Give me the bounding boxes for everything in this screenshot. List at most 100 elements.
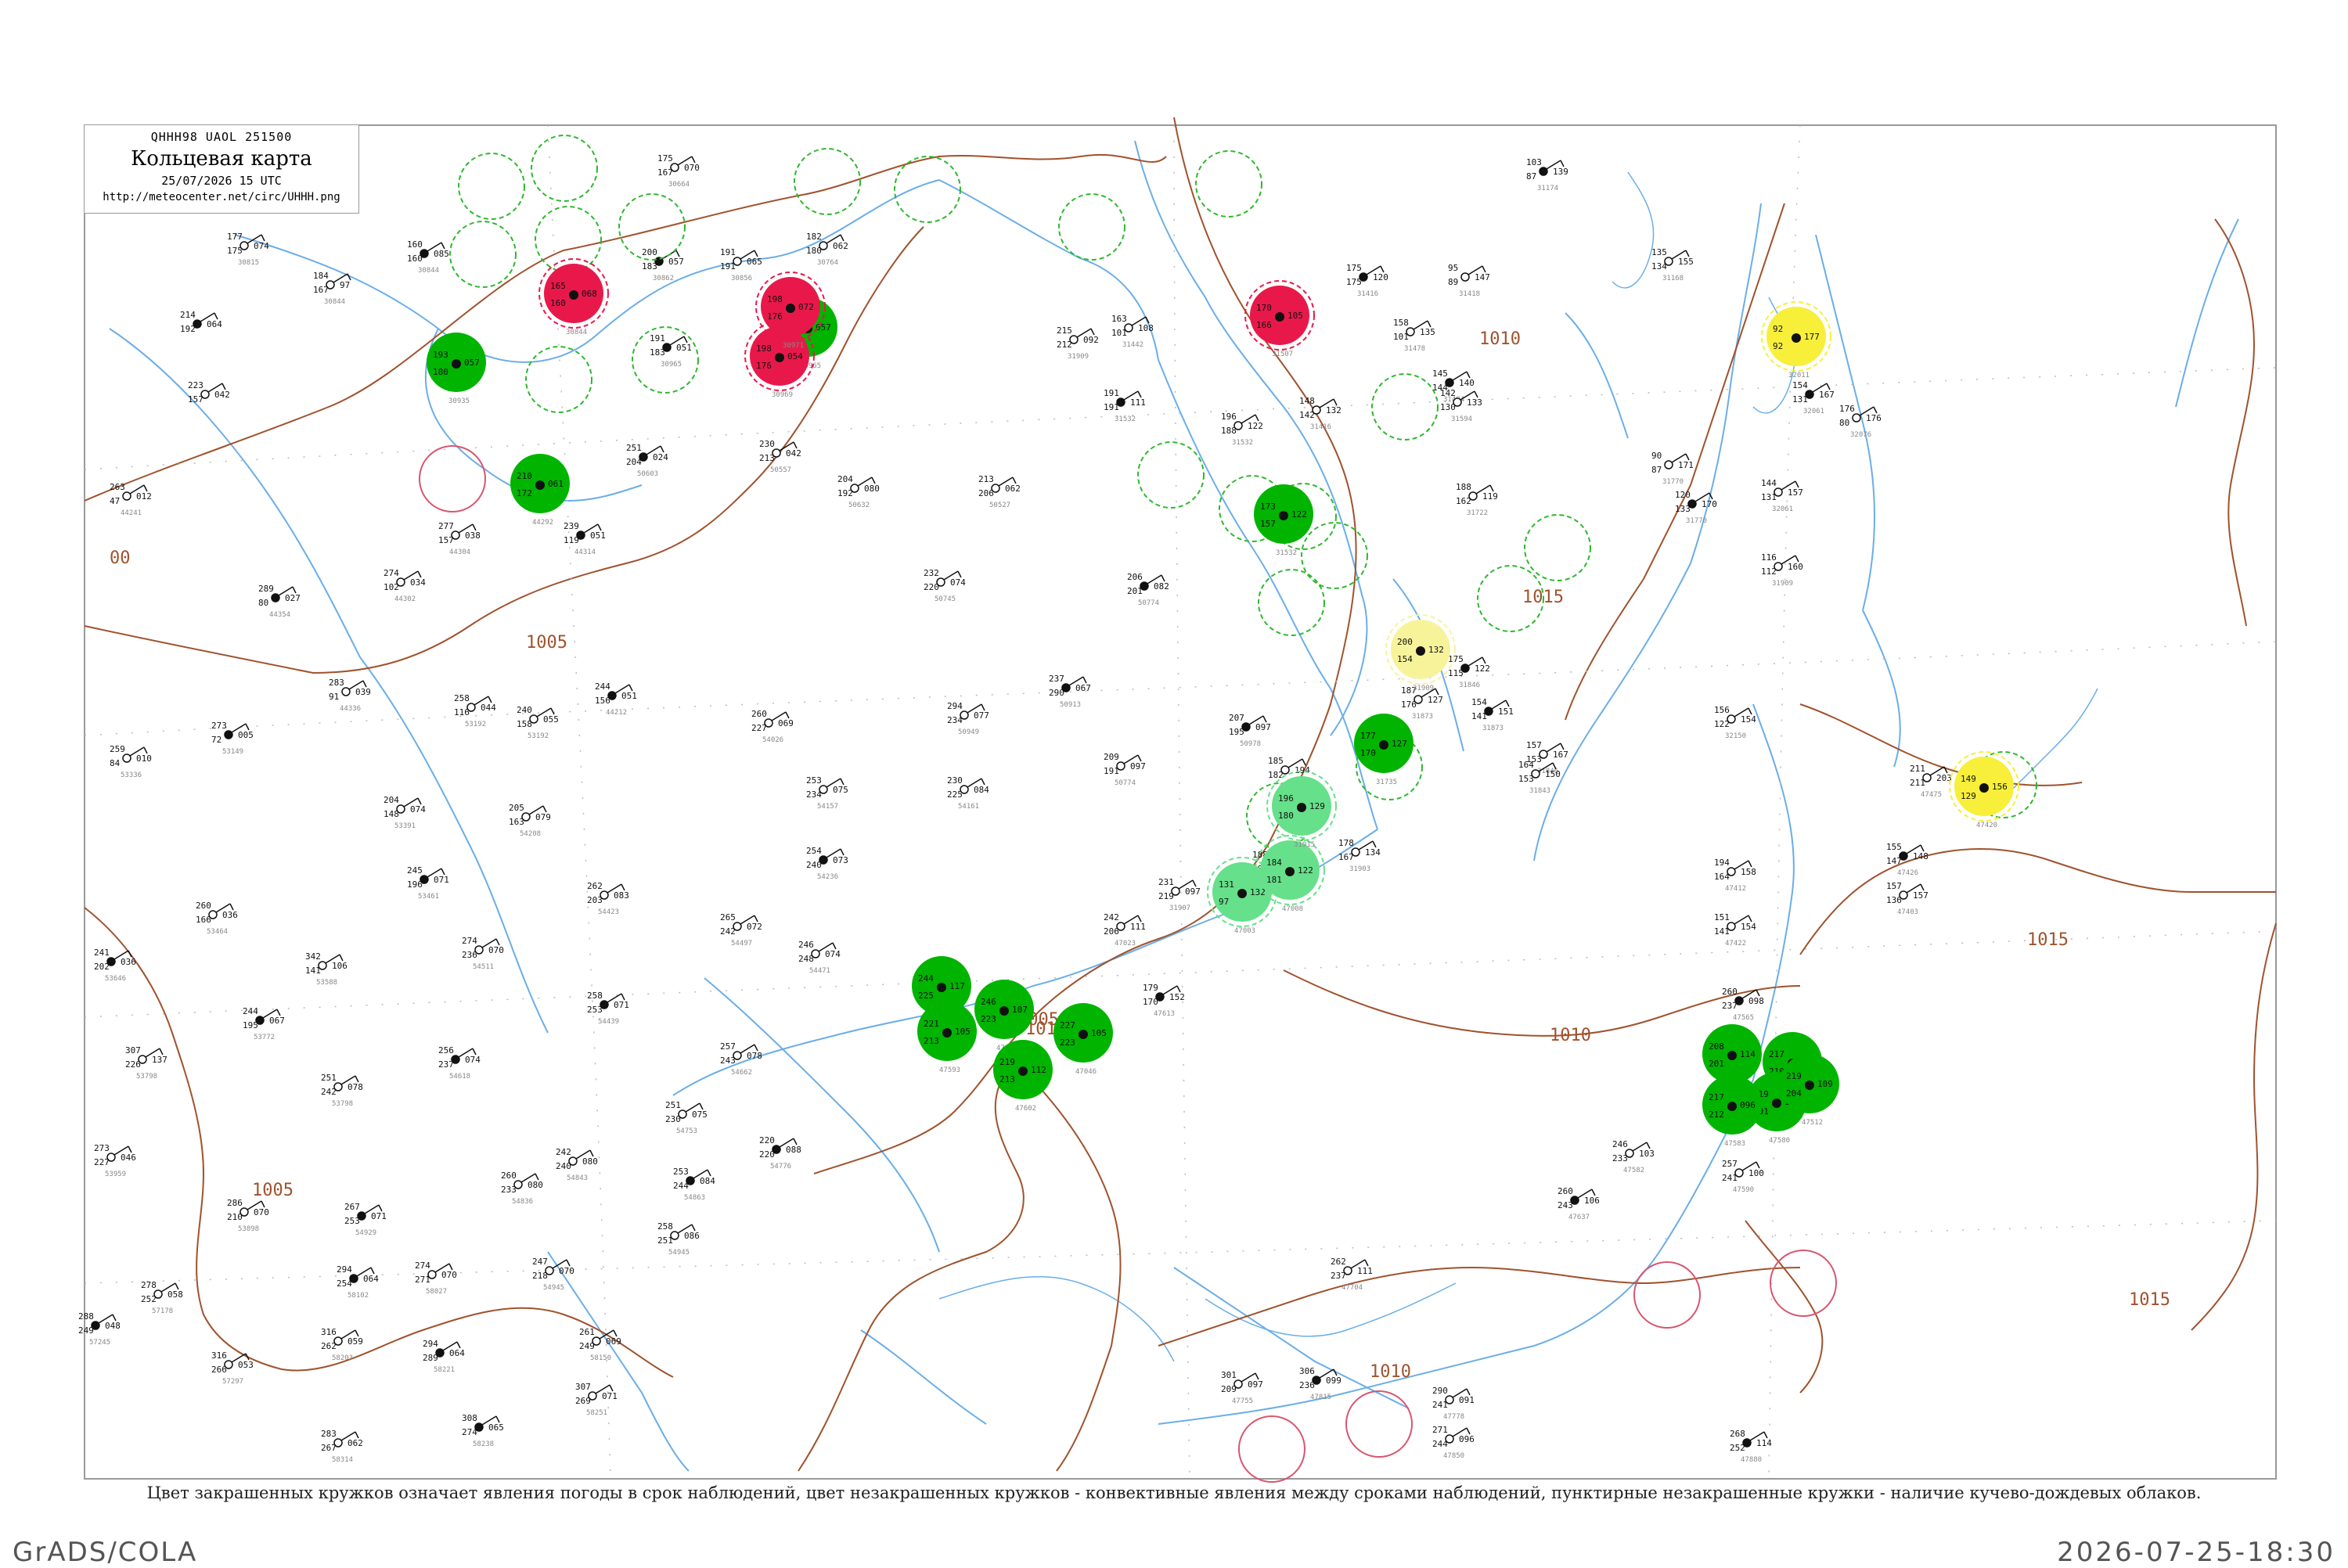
station-dewpoint: 212 [1709,1109,1724,1120]
station-plot: 267 071 253 54929 [344,1202,387,1237]
station-dewpoint: 252 [141,1294,157,1304]
wind-barb-feather [609,1384,614,1392]
station-id: 30844 [418,267,439,275]
station-plot: 259 010 8453336 [110,744,152,779]
station-id: 31532 [1276,549,1297,557]
station-temp: 200 [642,247,657,257]
station-plot: 142 133 130 31594 [1440,388,1482,423]
station-temp: 164 [1518,760,1534,770]
station-temp: 253 [806,775,822,786]
station-id: 58251 [586,1409,607,1417]
station-pressure: 151 [1498,707,1514,717]
station-pressure: 176 [1866,413,1882,423]
station-id: 53149 [222,748,243,756]
station-id: 47590 [1733,1186,1754,1194]
station-plot: 283 062 267 58314 [321,1429,363,1464]
station-temp: 191 [1104,388,1119,398]
station-temp: 165 [550,281,566,291]
station-plot: 245 071 196 53461 [407,865,449,901]
station-plot: 244 067 195 53772 [243,1006,285,1041]
station-id: 54836 [512,1198,533,1206]
wind-barb-feather [362,680,367,688]
station-plot: 231 097 219 31907 [1158,877,1201,912]
station-pressure: 155 [1678,257,1694,267]
station-dewpoint: 133 [1675,504,1691,514]
station-id: 54945 [543,1284,564,1292]
station-id: 50527 [989,502,1010,509]
station-id: 30815 [238,259,259,267]
wind-barb-feather [621,993,625,1001]
convective-ring-icon [1633,1261,1701,1329]
station-dewpoint: 269 [575,1396,591,1406]
station-plot: 258 071 253 54439 [587,991,629,1026]
wind-barb-feather [175,1282,179,1290]
station-dewpoint: 97 [1219,897,1229,907]
station-pressure: 147 [1475,272,1490,282]
station-dewpoint: 243 [1558,1200,1573,1210]
station-id: 58150 [590,1354,611,1362]
station-plot: 154 167 131 32061 [1792,380,1835,415]
station-temp: 230 [947,775,963,786]
station-pressure: 064 [363,1274,379,1284]
station-pressure: 046 [121,1153,136,1163]
station-dewpoint: 47 [110,496,120,506]
station-id: 47593 [939,1066,960,1074]
station-plot: 257 100 241 47590 [1722,1159,1764,1194]
station-dewpoint: 119 [564,535,579,545]
station-id: 54863 [684,1194,705,1202]
station-id: 53391 [394,822,416,830]
station-pressure: 058 [167,1289,183,1300]
station-temp: 273 [94,1143,110,1153]
station-plot: 307 071 269 58251 [575,1382,618,1417]
station-temp: 232 [924,568,939,578]
station-dewpoint: 225 [947,789,963,800]
station-temp: 240 [517,705,532,715]
station-temp: 157 [1526,740,1542,750]
station-pressure: 091 [1459,1395,1475,1405]
isobar-label: 1005 [252,1181,294,1200]
weather-circle-thunder: 170 105 166 31507 [1244,280,1315,358]
weather-circle-rain: 177 127 170 31735 [1354,714,1413,786]
station-temp: 286 [227,1198,243,1208]
station-dewpoint: 141 [1714,926,1730,937]
station-plot: 206 082 201 50774 [1127,572,1169,607]
wind-barb-feather [699,1102,704,1110]
wind-barb-feather [691,1224,696,1232]
station-temp: 257 [1722,1159,1738,1169]
station-temp: 182 [806,232,822,242]
station-temp: 176 [1839,404,1855,414]
station-temp: 188 [1456,482,1471,492]
station-pressure: 075 [833,785,848,795]
station-pressure: 107 [1012,1005,1028,1015]
station-id: 47512 [1802,1119,1823,1127]
station-temp: 219 [999,1057,1015,1067]
station-id: 47880 [1741,1456,1762,1464]
wind-barb-feather [128,1145,132,1153]
map-frame [84,124,2277,1480]
cloud-cover-icon [271,593,280,602]
station-dewpoint: 206 [978,488,994,498]
station-pressure: 132 [1428,645,1444,655]
station-pressure: 012 [136,491,152,502]
station-temp: 211 [1910,764,1925,774]
station-pressure: 062 [1005,484,1021,494]
legend-caption: Цвет закрашенных кружков означает явлени… [146,1483,2202,1502]
station-temp: 221 [924,1019,939,1029]
station-dewpoint: 92 [1773,341,1783,351]
station-temp: 163 [1111,314,1127,324]
station-dewpoint: 191 [1104,402,1119,412]
station-id: 58238 [473,1440,494,1448]
station-pressure: 059 [348,1336,363,1347]
wind-barb-feather [159,1048,164,1056]
station-id: 32150 [1725,732,1746,740]
station-pressure: 103 [1639,1149,1655,1159]
wind-barb-feather [472,1048,477,1056]
station-id: 58027 [426,1288,447,1296]
cb-cloud-ring-icon [449,221,517,288]
station-dewpoint: 242 [720,926,736,937]
weather-circle-rain: 217 096 212 47583 [1702,1075,1762,1148]
cloud-cover-icon [1852,413,1861,423]
station-pressure: 069 [606,1336,621,1347]
station-id: 47637 [1568,1214,1590,1221]
station-dewpoint: 131 [1792,394,1808,405]
